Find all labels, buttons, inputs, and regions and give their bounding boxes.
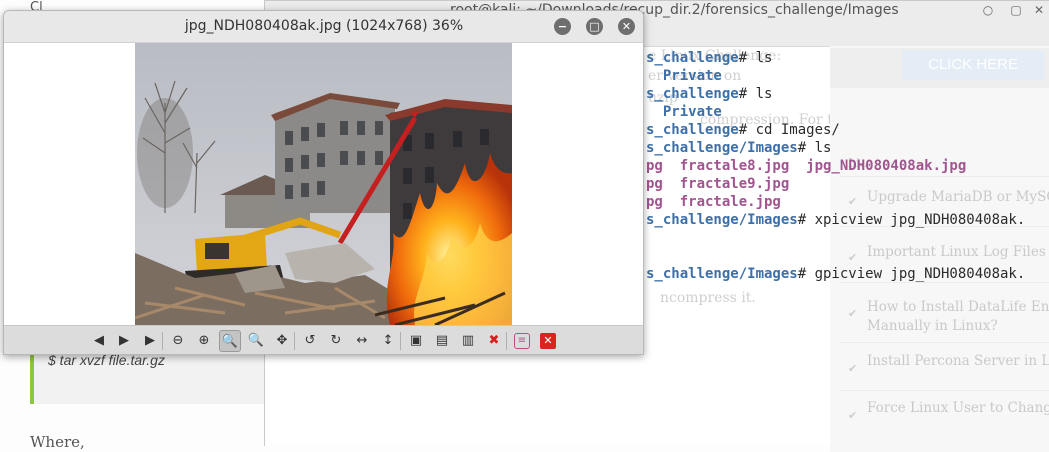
image-viewer-window[interactable]: jpg_NDH080408ak.jpg (1024x768) 36% − □ ✕: [3, 10, 644, 355]
zoom-in-icon[interactable]: ⊕: [193, 330, 215, 352]
terminal-file-listing: pg fractale9.jpg: [646, 176, 790, 192]
viewer-titlebar[interactable]: jpg_NDH080408ak.jpg (1024x768) 36% − □ ✕: [4, 11, 643, 43]
terminal-line: s_challenge/Images# ls: [646, 139, 831, 157]
click-here-button[interactable]: CLICK HERE: [902, 50, 1044, 80]
terminal-line: s_challenge/Images# xpicview jpg_NDH0804…: [646, 211, 1025, 229]
zoom-original-icon[interactable]: 🔍: [245, 330, 267, 352]
terminal-prompt-path: s_challenge: [646, 86, 739, 102]
minimize-icon[interactable]: −: [554, 18, 571, 35]
terminal-command: # ls: [797, 140, 832, 156]
terminal-prompt-path: s_challenge: [646, 50, 739, 66]
terminal-line: s_challenge# cd Images/: [646, 121, 840, 139]
flip-vertical-icon[interactable]: ↕: [377, 330, 399, 352]
terminal-command: # ls: [738, 50, 773, 66]
close-icon[interactable]: ✕: [1031, 2, 1047, 18]
terminal-line: s_challenge/Images# gpicview jpg_NDH0804…: [646, 265, 1025, 283]
sidebar-link[interactable]: Important Linux Log Files a: [867, 241, 1049, 264]
toolbar-separator: [294, 332, 295, 350]
body-text-where: Where,: [30, 433, 85, 451]
rotate-left-icon[interactable]: ↺: [299, 330, 321, 352]
terminal-prompt-path: s_challenge/Images: [646, 266, 798, 282]
check-icon: ✔: [848, 251, 858, 264]
ghost-text: ncompress it.: [660, 290, 756, 306]
fullscreen-icon[interactable]: ✥: [271, 330, 293, 352]
sidebar-divider: [840, 342, 1049, 343]
check-icon: ✔: [848, 362, 858, 375]
terminal-line: pg fractale9.jpg: [646, 175, 789, 193]
terminal-line: pg fractale.jpg: [646, 193, 781, 211]
quit-icon[interactable]: ✕: [540, 333, 556, 349]
terminal-line: s_challenge# ls: [646, 85, 772, 103]
terminal-line: s_challenge# ls: [646, 49, 772, 67]
check-icon: ✔: [848, 409, 858, 422]
maximize-icon[interactable]: ▢: [1008, 2, 1024, 18]
terminal-line: Private: [646, 67, 722, 85]
save-as-icon[interactable]: ▥: [457, 330, 479, 352]
maximize-icon[interactable]: □: [586, 18, 603, 35]
slideshow-icon[interactable]: ▶: [139, 330, 161, 352]
terminal-prompt-path: s_challenge/Images: [646, 140, 798, 156]
terminal-file-listing: pg fractale8.jpg jpg_NDH080408ak.jpg: [646, 158, 967, 174]
terminal-command: # xpicview jpg_NDH080408ak.: [797, 212, 1026, 228]
terminal-directory-listing: Private: [646, 104, 722, 120]
demolition-fire-photo: [135, 43, 512, 325]
image-canvas[interactable]: [4, 43, 643, 325]
zoom-out-icon[interactable]: ⊖: [167, 330, 189, 352]
terminal-line: Private: [646, 103, 722, 121]
sidebar-link[interactable]: Force Linux User to Change: [867, 397, 1049, 420]
sidebar-link[interactable]: Upgrade MariaDB or MySQ: [867, 186, 1049, 209]
toolbar-separator: [506, 332, 507, 350]
terminal-command: # cd Images/: [738, 122, 840, 138]
terminal-file-listing: pg fractale.jpg: [646, 194, 781, 210]
terminal-line: pg fractale8.jpg jpg_NDH080408ak.jpg: [646, 157, 966, 175]
next-icon[interactable]: ▶: [113, 330, 135, 352]
rotate-right-icon[interactable]: ↻: [325, 330, 347, 352]
toolbar-separator: [162, 332, 163, 350]
check-icon: ✔: [848, 307, 858, 320]
sidebar-link-continued[interactable]: Manually in Linux?: [867, 315, 998, 338]
terminal-command: # ls: [738, 86, 773, 102]
preferences-icon[interactable]: ≡: [514, 333, 530, 349]
sidebar-divider: [840, 176, 1049, 177]
save-icon[interactable]: ▤: [431, 330, 453, 352]
zoom-fit-icon[interactable]: 🔍: [219, 330, 241, 352]
open-file-icon[interactable]: ▣: [405, 330, 427, 352]
minimize-icon[interactable]: ○: [980, 2, 996, 18]
flip-horizontal-icon[interactable]: ↔: [351, 330, 373, 352]
delete-icon[interactable]: ✖: [483, 330, 505, 352]
terminal-prompt-path: s_challenge/Images: [646, 212, 798, 228]
sidebar-link[interactable]: Install Percona Server in Lin: [867, 350, 1049, 373]
viewer-title: jpg_NDH080408ak.jpg (1024x768) 36%: [184, 18, 464, 34]
sidebar-divider: [840, 390, 1049, 391]
check-icon: ✔: [848, 195, 858, 208]
viewer-toolbar: ◀ ▶ ▶ ⊖ ⊕ 🔍 🔍 ✥ ↺ ↻ ↔ ↕ ▣ ▤ ▥ ✖ ≡ ✕: [4, 325, 643, 354]
toolbar-separator: [400, 332, 401, 350]
terminal-command: # gpicview jpg_NDH080408ak.: [797, 266, 1026, 282]
terminal-prompt-path: s_challenge: [646, 122, 739, 138]
previous-icon[interactable]: ◀: [88, 330, 110, 352]
close-icon[interactable]: ✕: [618, 18, 635, 35]
terminal-directory-listing: Private: [646, 68, 722, 84]
